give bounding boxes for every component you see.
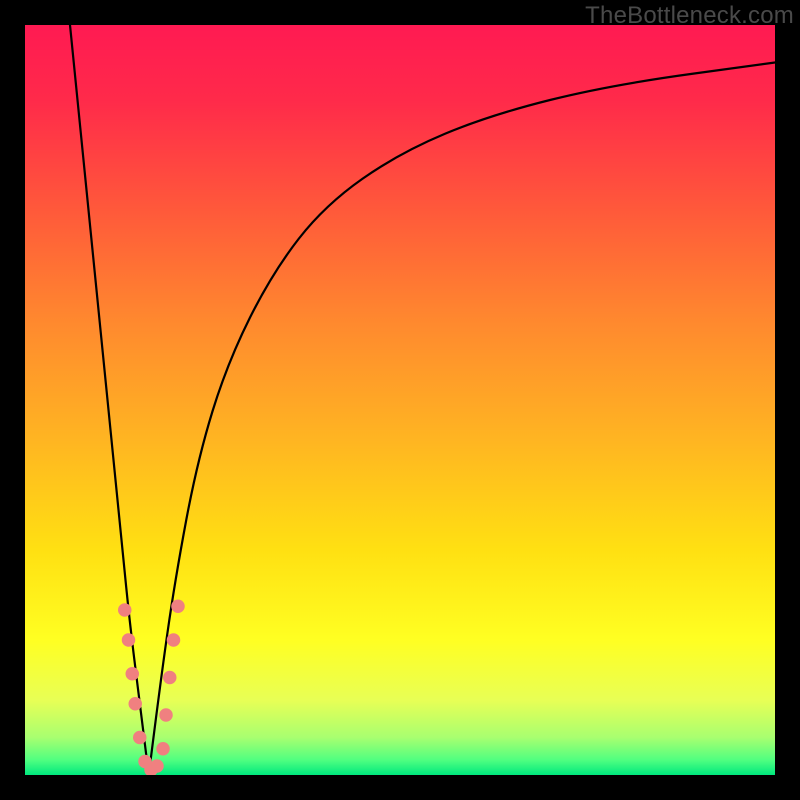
dot bbox=[133, 731, 147, 745]
watermark-text: TheBottleneck.com bbox=[585, 2, 794, 30]
dot bbox=[150, 759, 164, 773]
dot bbox=[163, 671, 177, 685]
dot bbox=[171, 600, 185, 614]
plot-area bbox=[25, 25, 775, 775]
left-branch bbox=[70, 25, 149, 775]
dot bbox=[122, 633, 136, 647]
curve-layer bbox=[25, 25, 775, 775]
right-branch bbox=[149, 63, 775, 776]
dot bbox=[159, 708, 173, 722]
dot bbox=[156, 742, 170, 756]
dot bbox=[126, 667, 140, 681]
dot bbox=[167, 633, 181, 647]
chart-frame: TheBottleneck.com bbox=[0, 0, 800, 800]
dot bbox=[118, 603, 132, 617]
dot bbox=[129, 697, 143, 711]
